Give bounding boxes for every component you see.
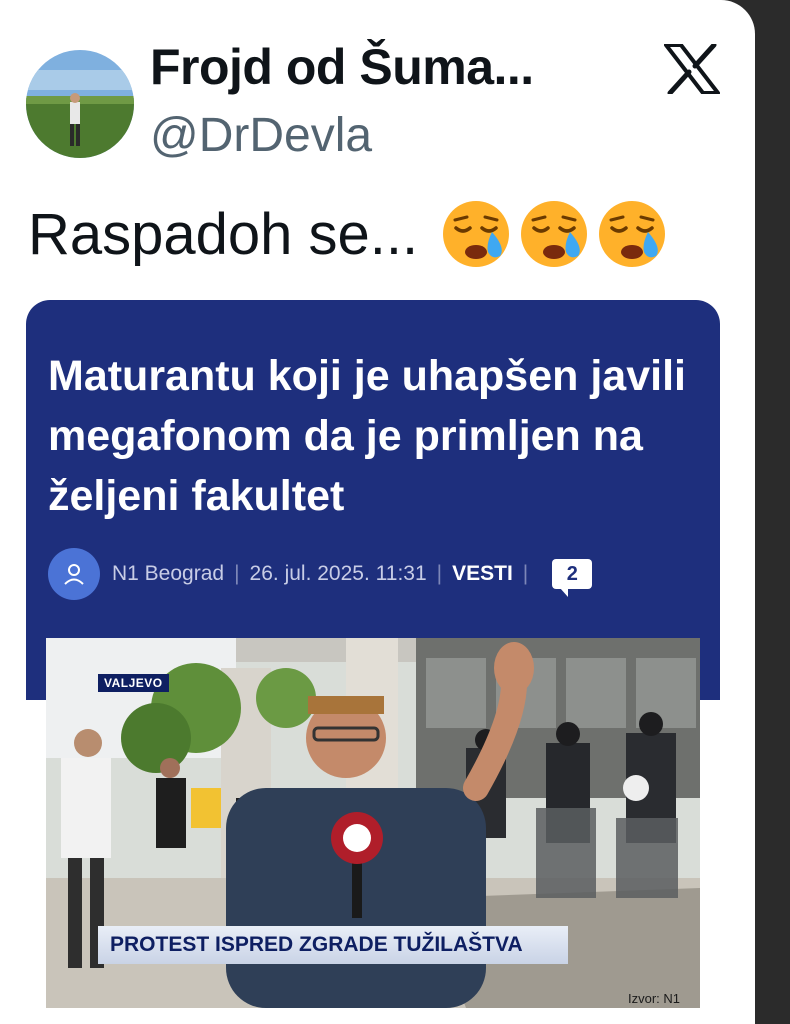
- author-avatar-icon: [48, 548, 100, 600]
- tweet-text: Raspadoh se...: [28, 201, 419, 267]
- article-headline: Maturantu koji je uhapšen javili megafon…: [48, 352, 686, 520]
- crying-face-icon: [599, 201, 666, 267]
- comment-count-badge: 2: [552, 559, 593, 597]
- crying-face-icon: [521, 201, 588, 267]
- article-date: 26. jul. 2025. 11:31: [249, 562, 427, 585]
- news-photo: VALJEVO PROTEST ISPRED ZGRADE TUŽILAŠTVA…: [46, 638, 700, 1008]
- meta-separator: |: [522, 562, 529, 585]
- x-logo-icon[interactable]: [664, 44, 720, 94]
- article-meta: N1 Beograd | 26. jul. 2025. 11:31 | VEST…: [48, 548, 593, 600]
- image-source: Izvor: N1: [627, 991, 680, 1006]
- location-tag: VALJEVO: [98, 674, 169, 692]
- display-name[interactable]: Frojd od Šuma...: [150, 38, 534, 96]
- comment-count: 2: [566, 562, 578, 585]
- news-ticker-caption: PROTEST ISPRED ZGRADE TUŽILAŠTVA: [98, 926, 568, 964]
- user-handle[interactable]: @DrDevla: [150, 108, 372, 163]
- tweet-card: Frojd od Šuma... @DrDevla Raspadoh se...: [0, 0, 755, 1024]
- meta-separator: |: [436, 562, 443, 585]
- tweet-media[interactable]: Maturantu koji je uhapšen javili megafon…: [26, 300, 720, 1024]
- tweet-text-row: Raspadoh se...: [28, 198, 668, 270]
- meta-separator: |: [234, 562, 240, 585]
- article-section: VESTI: [452, 562, 513, 585]
- crying-face-icon: [443, 201, 510, 267]
- article-author: N1 Beograd: [112, 562, 225, 585]
- avatar[interactable]: [26, 50, 134, 158]
